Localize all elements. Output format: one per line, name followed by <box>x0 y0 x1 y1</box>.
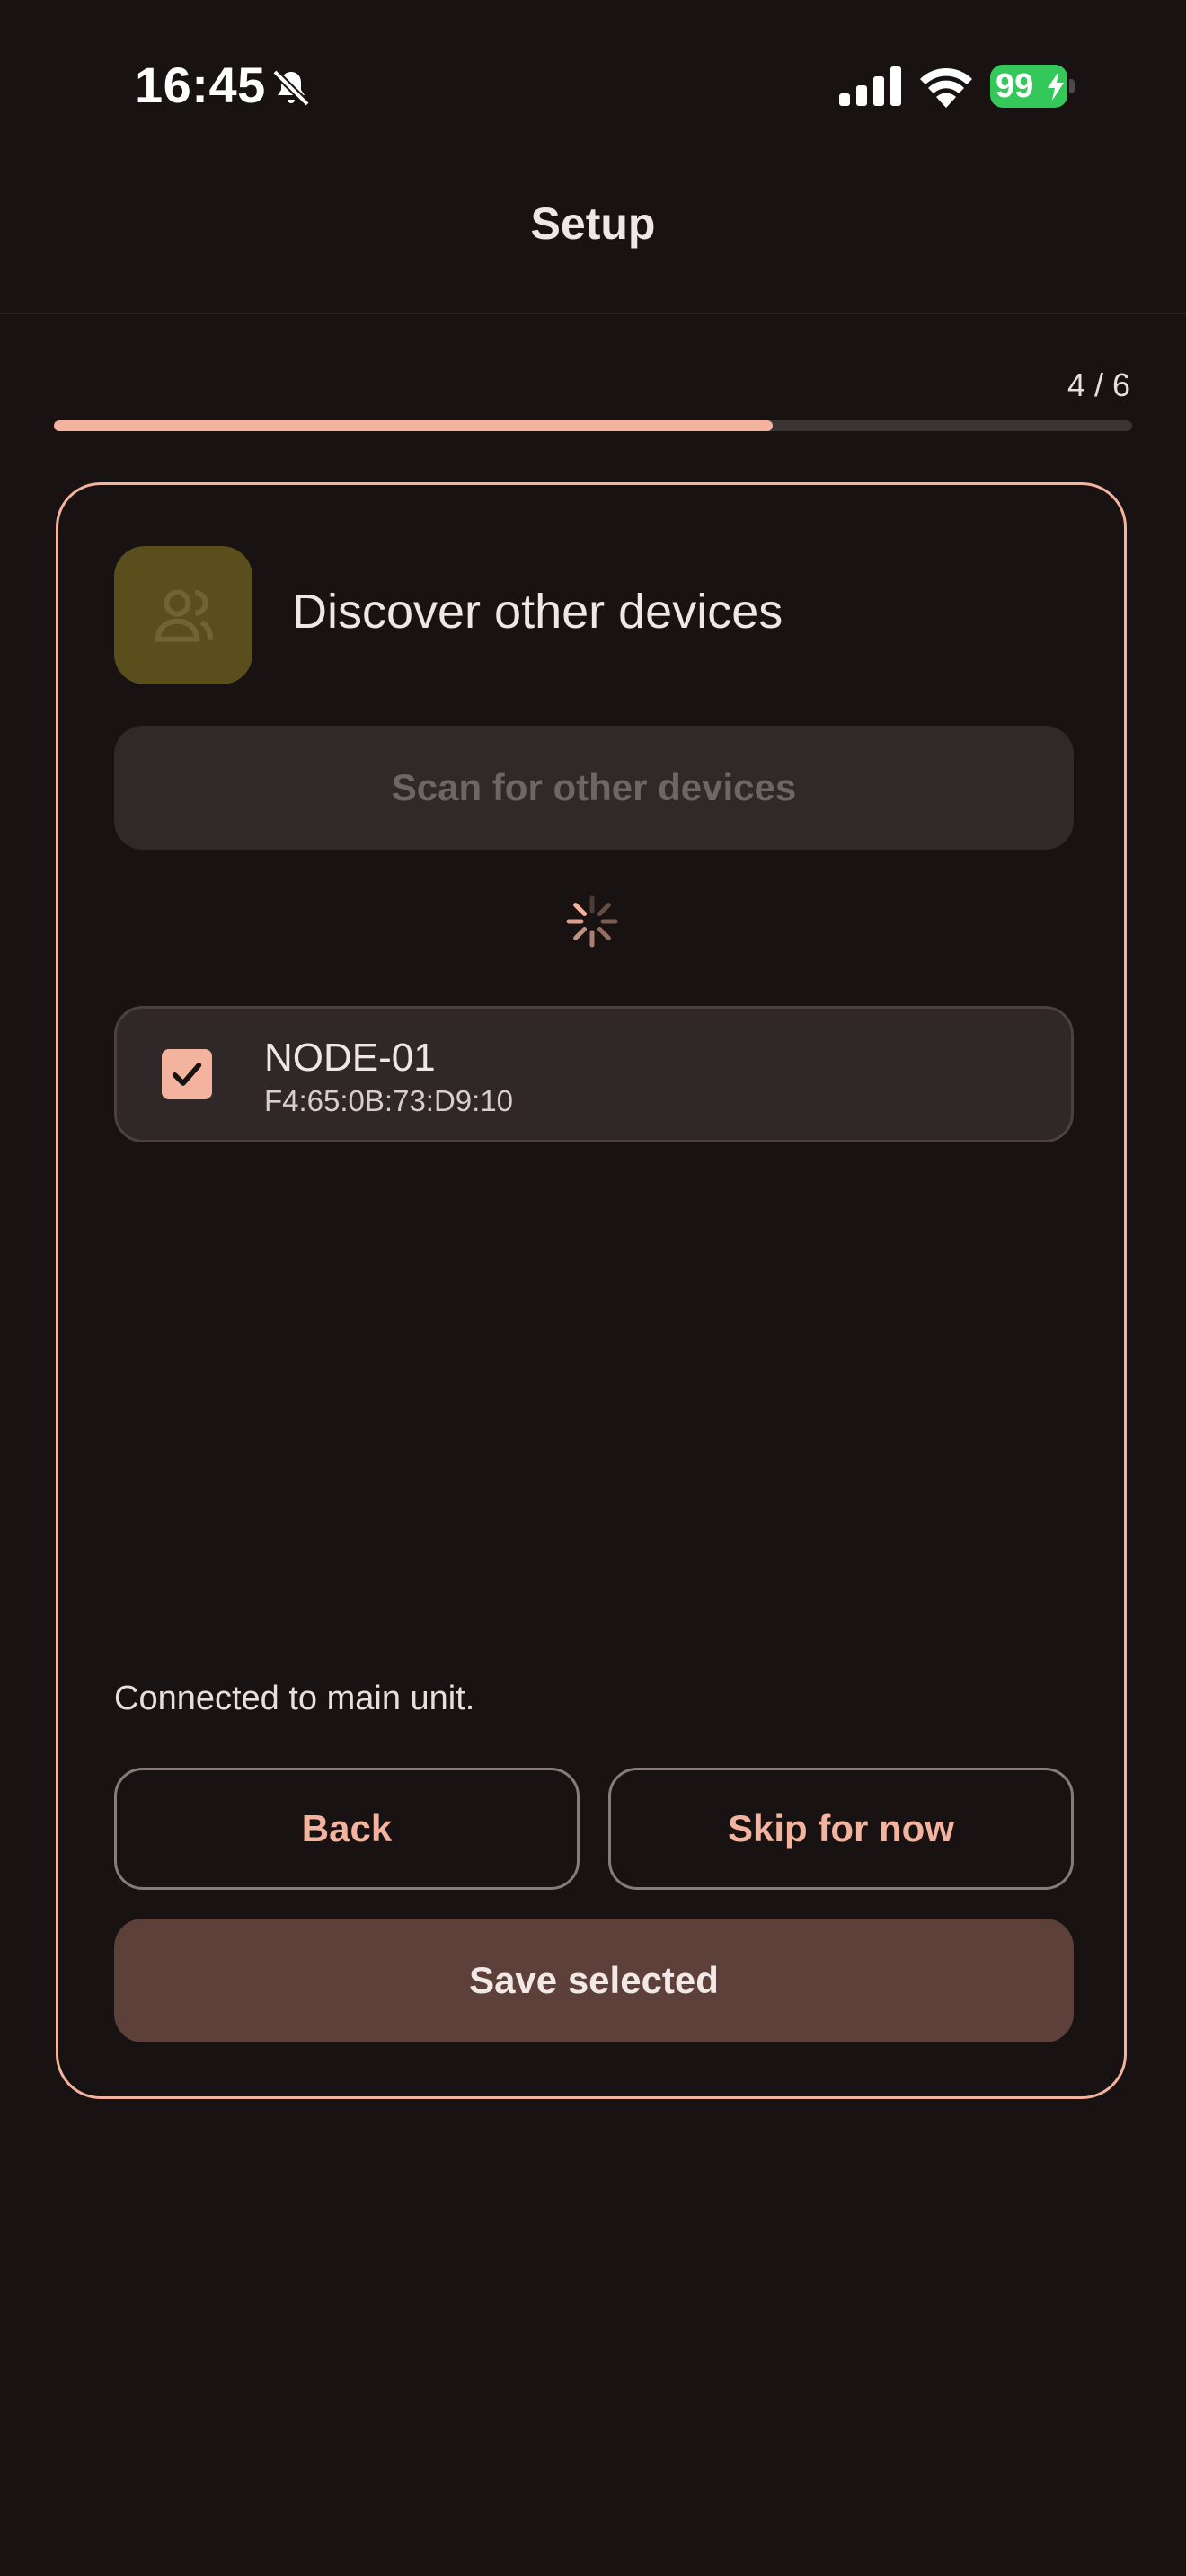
setup-card: Discover other devices Scan for other de… <box>56 482 1127 2099</box>
bell-slash-icon <box>272 69 310 107</box>
progress-fill <box>54 420 774 431</box>
cellular-signal-icon <box>839 66 901 106</box>
device-group-badge <box>114 546 252 684</box>
device-list-item[interactable]: NODE-01 F4:65:0B:73:D9:10 <box>114 1006 1074 1142</box>
card-title: Discover other devices <box>292 585 783 639</box>
nav-header: Setup <box>0 171 1186 314</box>
person-group-icon <box>155 589 213 642</box>
status-time: 16:45 <box>135 57 266 113</box>
status-bar: 16:45 99 <box>0 0 1186 171</box>
spinner-spoke <box>597 926 611 940</box>
device-name: NODE-01 <box>264 1036 436 1080</box>
back-button[interactable]: Back <box>114 1768 580 1890</box>
progress-bar <box>54 420 1132 431</box>
scan-devices-button[interactable]: Scan for other devices <box>114 726 1074 850</box>
spinner-spoke <box>573 926 588 940</box>
skip-button[interactable]: Skip for now <box>608 1768 1074 1890</box>
spinner-spoke <box>597 903 611 917</box>
save-selected-button[interactable]: Save selected <box>114 1919 1074 2042</box>
device-checkbox[interactable] <box>162 1049 212 1099</box>
device-mac-address: F4:65:0B:73:D9:10 <box>264 1084 514 1117</box>
checkmark-icon <box>172 1063 202 1086</box>
spinner-spoke <box>573 903 588 917</box>
battery-level: 99 <box>996 67 1034 105</box>
wifi-icon <box>920 67 972 108</box>
connection-status: Connected to main unit. <box>114 1680 475 1717</box>
step-counter: 4 / 6 <box>1067 366 1130 403</box>
loading-spinner-icon <box>566 895 618 948</box>
page-title: Setup <box>530 198 656 249</box>
battery-charging-icon: 99 <box>990 65 1076 108</box>
